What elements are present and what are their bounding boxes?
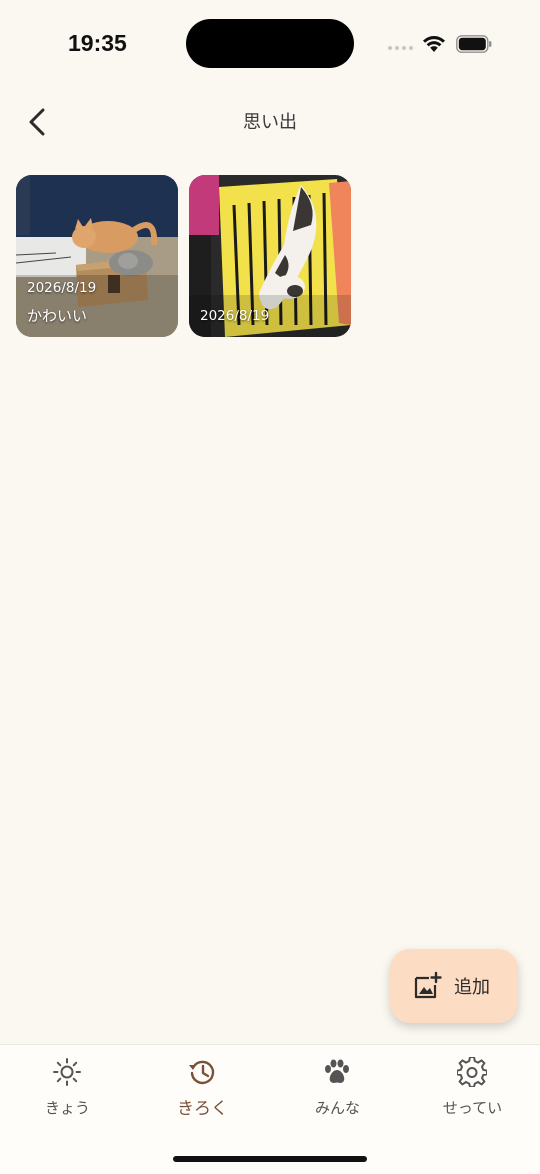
memory-card[interactable]: 2026/8/19 かわいい: [16, 175, 178, 337]
nav-label: きょう: [44, 1099, 90, 1117]
nav-label: みんな: [314, 1099, 360, 1117]
battery-icon: [456, 35, 492, 53]
memory-card[interactable]: 2026/8/19: [189, 175, 351, 337]
add-button-label: 追加: [454, 977, 490, 998]
memory-caption: かわいい: [27, 307, 88, 325]
page-title: 思い出: [243, 112, 297, 133]
memory-date: 2026/8/19: [200, 308, 270, 324]
dynamic-island: [186, 19, 354, 68]
add-photo-icon: [414, 971, 442, 999]
gear-icon: [457, 1057, 487, 1087]
nav-tab-today[interactable]: きょう: [0, 1045, 135, 1145]
nav-tab-everyone[interactable]: みんな: [270, 1045, 405, 1145]
status-time: 19:35: [68, 30, 127, 56]
wifi-icon: [423, 36, 445, 52]
nav-tab-settings[interactable]: せってい: [405, 1045, 540, 1145]
home-indicator[interactable]: [173, 1156, 367, 1162]
history-icon: [189, 1060, 215, 1085]
nav-tab-records[interactable]: きろく: [135, 1045, 270, 1145]
status-bar: 19:35: [0, 0, 540, 90]
bottom-navigation: きょう きろく みんな せってい: [0, 1044, 540, 1174]
nav-label: せってい: [442, 1099, 503, 1117]
memory-date: 2026/8/19: [27, 280, 97, 296]
paw-icon: [325, 1059, 349, 1083]
cellular-signal-icon: [388, 46, 414, 50]
sun-icon: [53, 1058, 81, 1086]
nav-label: きろく: [177, 1099, 228, 1119]
add-memory-button[interactable]: 追加: [390, 949, 518, 1023]
